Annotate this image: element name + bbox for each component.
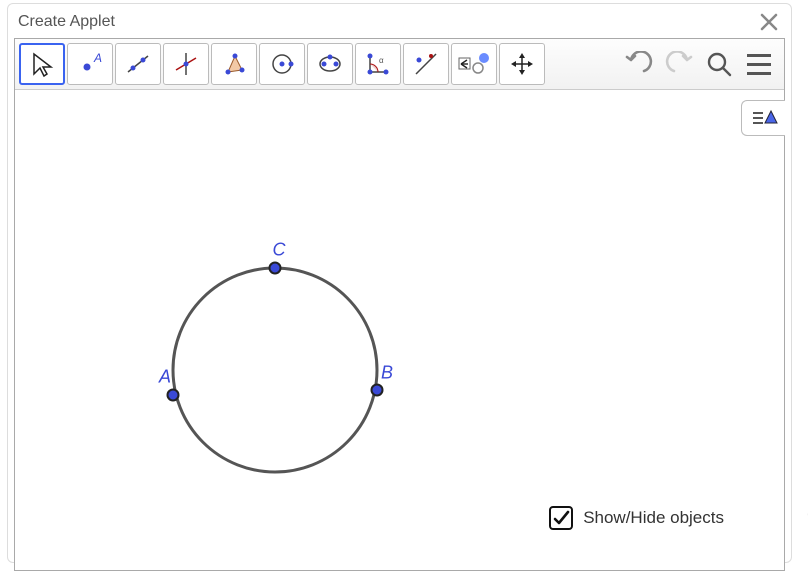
menu-icon[interactable] [744,49,774,79]
perpendicular-tool[interactable] [163,43,209,85]
construction-svg [15,90,795,570]
applet-panel: Create Applet A [7,3,792,563]
line-tool[interactable] [115,43,161,85]
reflect-tool[interactable] [403,43,449,85]
svg-text:A: A [93,51,102,65]
close-icon[interactable] [757,10,781,34]
point-C[interactable] [269,262,282,275]
point-B[interactable] [371,384,384,397]
move-view-tool[interactable] [499,43,545,85]
window-title: Create Applet [18,13,115,31]
point-A-label: A [159,367,171,388]
search-icon[interactable] [704,49,734,79]
angle-tool[interactable]: α [355,43,401,85]
point-B-label: B [381,363,393,384]
slider-tool[interactable] [451,43,497,85]
titlebar: Create Applet [8,4,791,38]
redo-icon[interactable] [664,49,694,79]
graphics-view[interactable]: A B C Show/Hide objects [15,90,784,570]
show-hide-checkbox[interactable] [549,506,573,530]
toolbar-right [624,49,780,79]
point-A[interactable] [167,389,180,402]
move-tool[interactable] [19,43,65,85]
toolbar: A α [15,39,784,90]
circle-tool[interactable] [259,43,305,85]
point-tool[interactable]: A [67,43,113,85]
ellipse-tool[interactable] [307,43,353,85]
workspace: A α [14,38,785,571]
svg-text:α: α [379,56,384,65]
polygon-tool[interactable] [211,43,257,85]
undo-icon[interactable] [624,49,654,79]
point-C-label: C [273,240,286,261]
show-hide-checkbox-group: Show/Hide objects [549,506,724,530]
show-hide-label: Show/Hide objects [583,508,724,528]
circle-object[interactable] [173,268,377,472]
